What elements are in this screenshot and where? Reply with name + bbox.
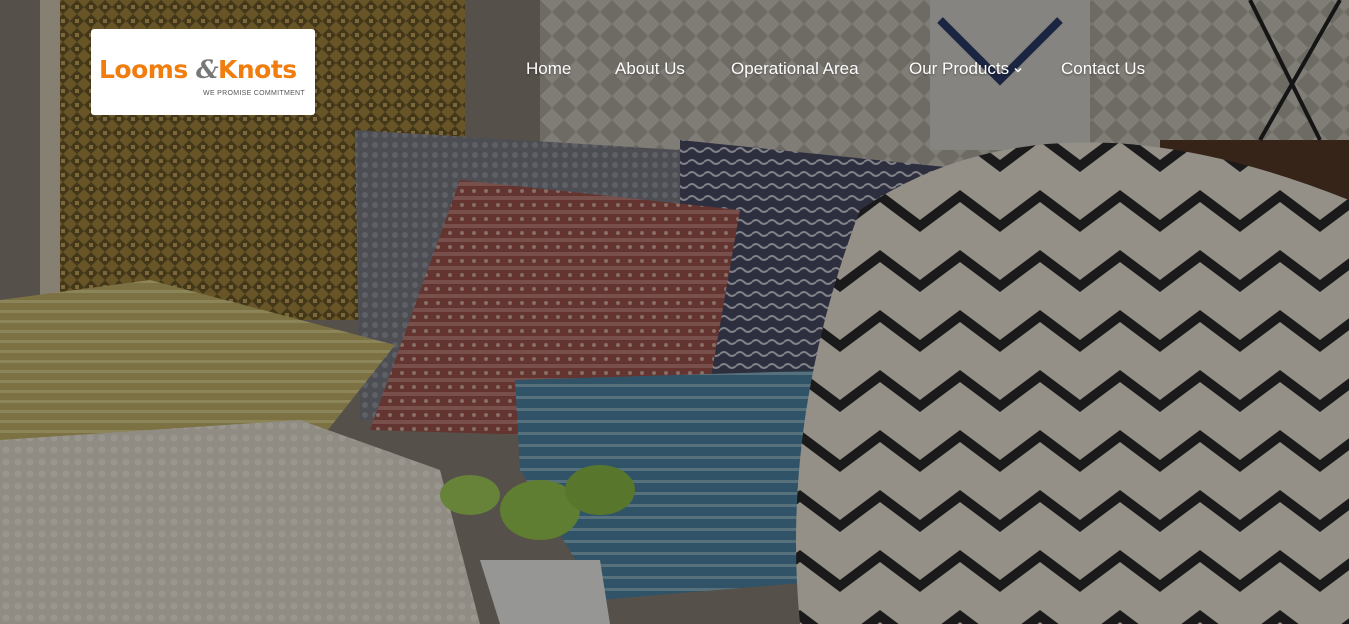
logo-ampersand: & bbox=[195, 55, 219, 84]
nav-item-our-products-label: Our Products bbox=[909, 59, 1010, 78]
nav-item-our-products[interactable]: Our Products bbox=[909, 58, 1022, 80]
hero-banner: Looms &Knots WE PROMISE COMMITMENT Home … bbox=[0, 0, 1349, 624]
logo-word-looms: Looms bbox=[99, 55, 188, 84]
nav-item-contact-us[interactable]: Contact Us bbox=[1061, 58, 1145, 80]
nav-item-home[interactable]: Home bbox=[526, 58, 571, 80]
site-logo[interactable]: Looms &Knots WE PROMISE COMMITMENT bbox=[91, 29, 315, 115]
logo-word-knots: Knots bbox=[218, 55, 297, 84]
logo-tagline: WE PROMISE COMMITMENT bbox=[203, 90, 305, 97]
chevron-down-icon bbox=[1014, 67, 1022, 73]
nav-item-operational-area[interactable]: Operational Area bbox=[731, 58, 859, 80]
nav-item-about-us[interactable]: About Us bbox=[615, 58, 685, 80]
logo-wordmark: Looms &Knots bbox=[99, 57, 297, 82]
